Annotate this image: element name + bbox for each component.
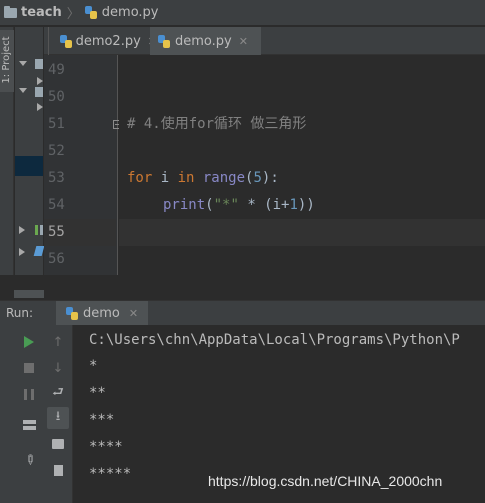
code-line-53: for i in range(5): — [127, 165, 279, 192]
python-file-icon — [60, 34, 72, 48]
collapse-arrow-icon[interactable] — [37, 103, 43, 111]
code-line-54: print("*" * (i+1)) — [163, 192, 315, 219]
tree-selected-row[interactable] — [15, 156, 43, 176]
folder-icon — [35, 87, 43, 97]
editor-tab-bar: demo2.py ✕ demo.py ✕ — [44, 27, 485, 58]
keyword-in: in — [177, 170, 195, 186]
chevron-right-icon: 〉 — [66, 7, 80, 22]
breadcrumb: teach 〉 demo.py — [0, 0, 485, 26]
arrow-down-icon: ↓ — [52, 360, 64, 376]
rerun-button[interactable] — [18, 331, 40, 353]
python-file-icon — [84, 6, 97, 19]
project-tool-tab[interactable]: 1: Project — [0, 30, 14, 92]
scroll-down-button[interactable]: ↓ — [47, 357, 69, 379]
console-line: * — [89, 358, 98, 374]
code-number: 5 — [253, 170, 262, 186]
line-number: 52 — [48, 143, 65, 159]
collapse-arrow-icon[interactable] — [19, 226, 25, 234]
breadcrumb-project[interactable]: teach — [21, 5, 62, 20]
pin-icon: ✎ — [19, 450, 39, 470]
collapse-arrow-icon[interactable] — [37, 77, 43, 85]
code-line-51: # 4.使用for循环 做三角形 — [127, 111, 306, 138]
run-tab-label: demo — [83, 306, 120, 321]
breadcrumb-file[interactable]: demo.py — [102, 5, 159, 20]
line-number-gutter: 49 50 51 52 53 54 55 56 — [44, 55, 122, 275]
builtin-print: print — [163, 197, 206, 213]
scratches-icon — [33, 246, 45, 256]
keyword-for: for — [127, 170, 153, 186]
console-line: C:\Users\chn\AppData\Local\Programs\Pyth… — [89, 332, 460, 348]
trash-icon — [53, 464, 63, 476]
folder-icon — [4, 5, 17, 18]
code-editor[interactable]: # 4.使用for循环 做三角形 for i in range(5): prin… — [119, 55, 485, 275]
panel-divider — [0, 275, 485, 300]
scroll-to-end-button[interactable]: ⭳ — [47, 407, 69, 429]
play-icon — [24, 336, 34, 348]
pin-button[interactable]: ✎ — [18, 449, 40, 471]
print-button[interactable] — [47, 433, 69, 455]
console-line: **** — [89, 439, 123, 455]
pause-icon — [24, 388, 34, 400]
line-number: 54 — [48, 197, 65, 213]
soft-wrap-button[interactable]: ⮐ — [47, 383, 69, 405]
line-number: 53 — [48, 170, 65, 186]
code-number: 1 — [289, 197, 298, 213]
expand-arrow-icon[interactable] — [19, 88, 27, 93]
stop-button[interactable] — [18, 357, 40, 379]
run-toolbar-primary: ✎ — [0, 325, 44, 503]
close-icon[interactable]: ✕ — [239, 35, 248, 48]
code-string: "*" — [213, 197, 239, 213]
run-label: Run: — [6, 306, 34, 320]
soft-wrap-icon: ⮐ — [52, 385, 64, 400]
folder-icon — [35, 59, 43, 69]
arrow-up-icon: ↑ — [52, 334, 64, 350]
run-tab-demo[interactable]: demo ✕ — [56, 301, 148, 326]
tab-label: demo2.py — [75, 33, 141, 49]
close-icon[interactable]: ✕ — [129, 307, 138, 320]
project-tool-tab-label: 1: Project — [1, 36, 12, 84]
tab-demo[interactable]: demo.py ✕ — [150, 27, 261, 58]
python-file-icon — [158, 34, 170, 48]
line-number: 56 — [48, 251, 65, 267]
clear-button[interactable] — [47, 459, 69, 481]
builtin-range: range — [194, 170, 246, 186]
scroll-to-end-icon: ⭳ — [55, 409, 61, 424]
console-line: *** — [89, 412, 115, 428]
tab-demo2[interactable]: demo2.py ✕ — [52, 27, 157, 55]
watermark: https://blog.csdn.net/CHINA_2000chn — [208, 473, 443, 489]
stop-icon — [24, 363, 34, 373]
expand-arrow-icon[interactable] — [19, 61, 27, 66]
horizontal-scrollbar[interactable] — [14, 290, 44, 298]
line-number: 51 — [48, 116, 65, 132]
layout-icon — [22, 420, 36, 430]
code-comment: # 4.使用for循环 做三角形 — [127, 116, 307, 132]
line-number: 55 — [44, 219, 116, 246]
code-var: i — [152, 170, 178, 186]
code-paren: ( — [205, 197, 214, 213]
code-expr: * (i+ — [238, 197, 290, 213]
layout-button[interactable] — [18, 414, 40, 436]
run-panel-header: Run: demo ✕ — [0, 300, 485, 326]
code-paren: )) — [297, 197, 315, 213]
line-number: 50 — [48, 89, 65, 105]
library-icon — [40, 225, 43, 235]
console-line: ** — [89, 385, 106, 401]
code-paren: ): — [261, 170, 279, 186]
collapse-arrow-icon[interactable] — [19, 248, 25, 256]
tab-overflow — [44, 27, 49, 55]
current-line-highlight — [119, 219, 485, 246]
printer-icon — [52, 439, 64, 449]
pause-button[interactable] — [18, 383, 40, 405]
project-tree-panel — [15, 27, 45, 297]
console-line: ***** — [89, 466, 132, 482]
python-file-icon — [66, 307, 78, 320]
library-icon — [35, 225, 38, 235]
line-number: 49 — [48, 62, 65, 78]
tab-label: demo.py — [175, 33, 232, 49]
run-toolbar-secondary: ↑ ↓ ⮐ ⭳ — [44, 325, 73, 503]
run-console[interactable]: C:\Users\chn\AppData\Local\Programs\Pyth… — [73, 325, 485, 503]
scroll-up-button[interactable]: ↑ — [47, 331, 69, 353]
